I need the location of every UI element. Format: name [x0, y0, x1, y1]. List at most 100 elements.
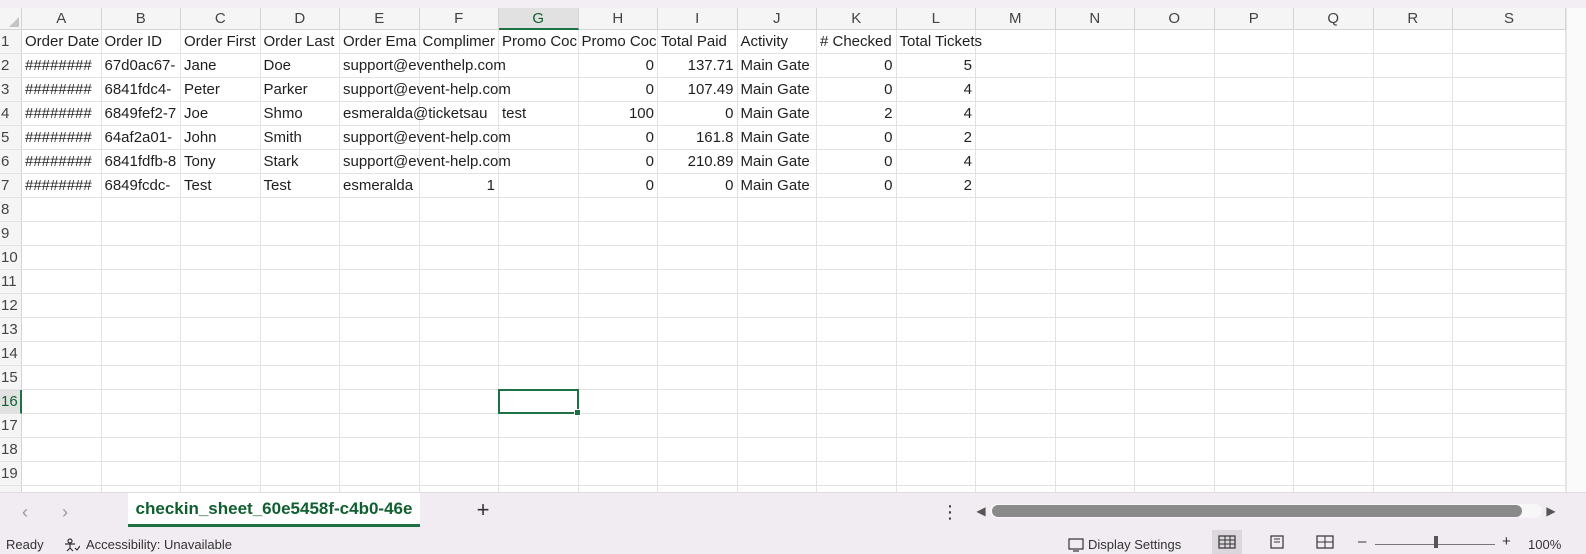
row-header-16[interactable]: 16: [0, 390, 22, 414]
cell-a13[interactable]: [22, 318, 102, 342]
cell-k17[interactable]: [817, 414, 897, 438]
cell-j9[interactable]: [737, 222, 817, 246]
zoom-slider-knob[interactable]: [1434, 536, 1438, 548]
cell-s6[interactable]: [1453, 150, 1566, 174]
cell-q6[interactable]: [1294, 150, 1374, 174]
row-header-19[interactable]: 19: [0, 462, 22, 486]
cell-k4[interactable]: 2: [817, 102, 897, 126]
cell-i1[interactable]: Total Paid: [658, 30, 738, 54]
cell-e17[interactable]: [340, 414, 420, 438]
cell-h17[interactable]: [578, 414, 658, 438]
cell-m18[interactable]: [976, 438, 1056, 462]
cell-a18[interactable]: [22, 438, 102, 462]
cell-m19[interactable]: [976, 462, 1056, 486]
cell-j8[interactable]: [737, 198, 817, 222]
cell-s19[interactable]: [1453, 462, 1566, 486]
cell-f11[interactable]: [419, 270, 499, 294]
cell-e8[interactable]: [340, 198, 420, 222]
cell-r12[interactable]: [1373, 294, 1453, 318]
column-header-d[interactable]: D: [260, 8, 340, 30]
active-cell-selection[interactable]: [498, 389, 581, 416]
cell-d18[interactable]: [260, 438, 340, 462]
cell-q19[interactable]: [1294, 462, 1374, 486]
cell-m3[interactable]: [976, 78, 1056, 102]
cell-n7[interactable]: [1055, 174, 1135, 198]
cell-p19[interactable]: [1214, 462, 1294, 486]
cell-g9[interactable]: [499, 222, 579, 246]
cell-p15[interactable]: [1214, 366, 1294, 390]
cell-i5[interactable]: 161.8: [658, 126, 738, 150]
cell-j6[interactable]: Main Gate: [737, 150, 817, 174]
cell-a10[interactable]: [22, 246, 102, 270]
cell-s2[interactable]: [1453, 54, 1566, 78]
column-header-p[interactable]: P: [1214, 8, 1294, 30]
cell-o12[interactable]: [1135, 294, 1215, 318]
cell-s3[interactable]: [1453, 78, 1566, 102]
cell-i7[interactable]: 0: [658, 174, 738, 198]
cell-b19[interactable]: [101, 462, 181, 486]
cell-h19[interactable]: [578, 462, 658, 486]
row-header-5[interactable]: 5: [0, 126, 22, 150]
cell-s5[interactable]: [1453, 126, 1566, 150]
cell-n11[interactable]: [1055, 270, 1135, 294]
cell-e13[interactable]: [340, 318, 420, 342]
cell-k14[interactable]: [817, 342, 897, 366]
cell-i11[interactable]: [658, 270, 738, 294]
cell-s4[interactable]: [1453, 102, 1566, 126]
cell-n13[interactable]: [1055, 318, 1135, 342]
cell-m17[interactable]: [976, 414, 1056, 438]
cell-q5[interactable]: [1294, 126, 1374, 150]
cell-m5[interactable]: [976, 126, 1056, 150]
cell-s16[interactable]: [1453, 390, 1566, 414]
cell-r16[interactable]: [1373, 390, 1453, 414]
cell-r5[interactable]: [1373, 126, 1453, 150]
cell-q1[interactable]: [1294, 30, 1374, 54]
cell-n2[interactable]: [1055, 54, 1135, 78]
column-header-l[interactable]: L: [896, 8, 976, 30]
cell-s9[interactable]: [1453, 222, 1566, 246]
cell-n17[interactable]: [1055, 414, 1135, 438]
cell-f12[interactable]: [419, 294, 499, 318]
zoom-level[interactable]: 100%: [1528, 537, 1561, 552]
cell-i3[interactable]: 107.49: [658, 78, 738, 102]
cell-a12[interactable]: [22, 294, 102, 318]
cell-c11[interactable]: [181, 270, 261, 294]
cell-b14[interactable]: [101, 342, 181, 366]
cell-b16[interactable]: [101, 390, 181, 414]
cell-c13[interactable]: [181, 318, 261, 342]
cell-l8[interactable]: [896, 198, 976, 222]
cell-o1[interactable]: [1135, 30, 1215, 54]
cell-r15[interactable]: [1373, 366, 1453, 390]
cell-j19[interactable]: [737, 462, 817, 486]
cell-o19[interactable]: [1135, 462, 1215, 486]
scroll-right-icon[interactable]: ▶: [1544, 503, 1558, 519]
cell-e18[interactable]: [340, 438, 420, 462]
column-header-e[interactable]: E: [340, 8, 420, 30]
cell-h13[interactable]: [578, 318, 658, 342]
cell-g13[interactable]: [499, 318, 579, 342]
cell-q18[interactable]: [1294, 438, 1374, 462]
cell-r18[interactable]: [1373, 438, 1453, 462]
cell-j2[interactable]: Main Gate: [737, 54, 817, 78]
cell-p6[interactable]: [1214, 150, 1294, 174]
cell-h15[interactable]: [578, 366, 658, 390]
cell-l11[interactable]: [896, 270, 976, 294]
cell-s12[interactable]: [1453, 294, 1566, 318]
cell-m9[interactable]: [976, 222, 1056, 246]
cell-d11[interactable]: [260, 270, 340, 294]
cell-d14[interactable]: [260, 342, 340, 366]
row-header-18[interactable]: 18: [0, 438, 22, 462]
cell-e10[interactable]: [340, 246, 420, 270]
cell-n14[interactable]: [1055, 342, 1135, 366]
cell-m14[interactable]: [976, 342, 1056, 366]
cell-n19[interactable]: [1055, 462, 1135, 486]
cell-l12[interactable]: [896, 294, 976, 318]
cell-l19[interactable]: [896, 462, 976, 486]
row-header-10[interactable]: 10: [0, 246, 22, 270]
next-sheet-icon[interactable]: ›: [54, 501, 76, 523]
row-header-6[interactable]: 6: [0, 150, 22, 174]
cell-p13[interactable]: [1214, 318, 1294, 342]
cell-s18[interactable]: [1453, 438, 1566, 462]
cell-n9[interactable]: [1055, 222, 1135, 246]
cell-n10[interactable]: [1055, 246, 1135, 270]
